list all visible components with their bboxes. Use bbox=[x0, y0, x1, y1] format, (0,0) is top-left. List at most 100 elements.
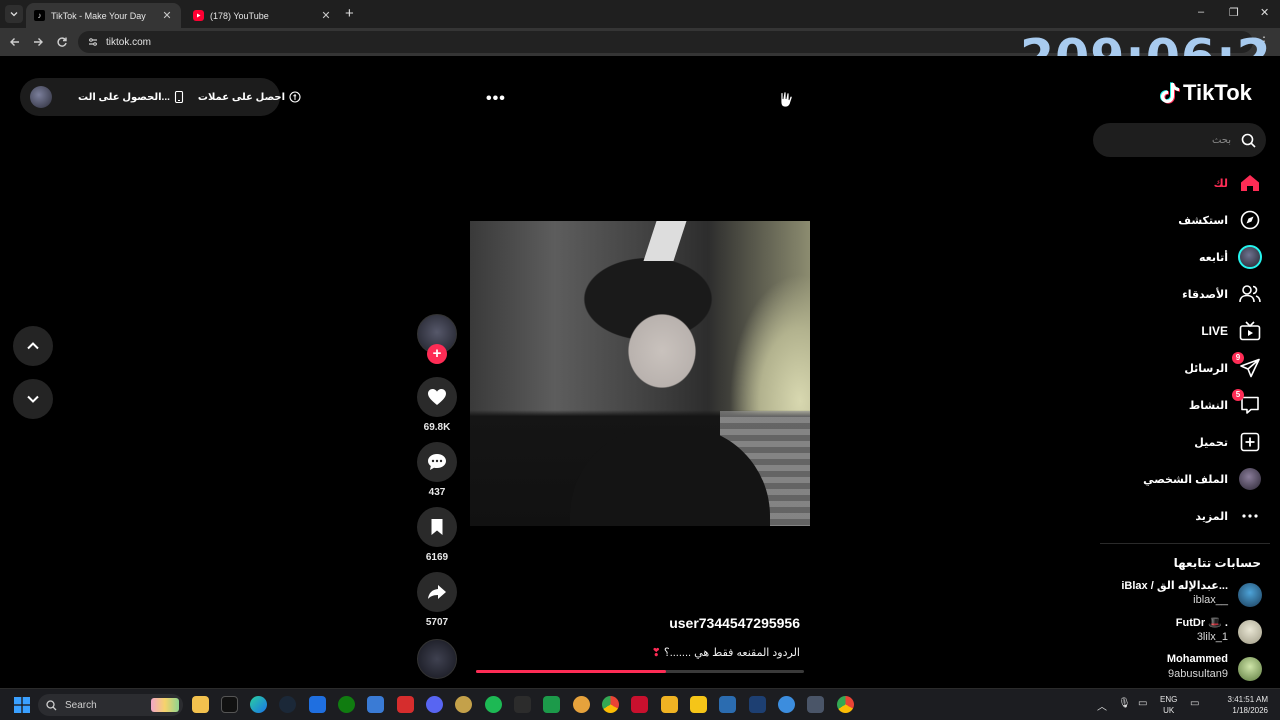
app-icon[interactable] bbox=[455, 696, 472, 713]
chevron-up-icon bbox=[27, 342, 39, 350]
sidebar-item-upload[interactable]: تحميل bbox=[1194, 427, 1262, 457]
system-clock[interactable]: 3:41:51 AM 1/18/2026 bbox=[1220, 694, 1268, 716]
sidebar-item-more[interactable]: المزيد bbox=[1195, 501, 1262, 531]
music-disc[interactable] bbox=[417, 639, 457, 679]
back-button[interactable] bbox=[7, 34, 23, 50]
chrome-icon[interactable] bbox=[602, 696, 619, 713]
app-icon[interactable] bbox=[719, 696, 736, 713]
video-player[interactable] bbox=[470, 221, 810, 526]
close-tab-icon[interactable]: ✕ bbox=[320, 9, 332, 22]
chevron-down-icon bbox=[10, 12, 18, 17]
windows-taskbar: Search ︿ 🎙 ▭ ENG UK ▭ 3:41:51 AM 1/18/20… bbox=[0, 688, 1280, 720]
app-icon[interactable] bbox=[514, 696, 531, 713]
language-indicator[interactable]: ENG UK bbox=[1160, 694, 1177, 716]
more-options-button[interactable]: ••• bbox=[486, 90, 506, 108]
file-explorer-icon[interactable] bbox=[192, 696, 209, 713]
restore-button[interactable]: ❐ bbox=[1229, 6, 1239, 19]
avatar bbox=[1238, 583, 1262, 607]
sidebar-item-profile[interactable]: الملف الشخصي bbox=[1143, 464, 1262, 494]
account-name: Mohammed bbox=[1166, 653, 1228, 665]
reload-button[interactable] bbox=[54, 34, 70, 50]
app-icon[interactable] bbox=[661, 696, 678, 713]
taskbar-search[interactable]: Search bbox=[38, 694, 183, 716]
search-placeholder: بحث bbox=[1211, 134, 1231, 146]
app-icon[interactable] bbox=[690, 696, 707, 713]
close-tab-icon[interactable]: ✕ bbox=[161, 9, 173, 22]
get-coins-button[interactable]: احصل على عملات bbox=[198, 91, 301, 103]
tiktok-logo[interactable]: TikTok bbox=[1160, 80, 1252, 106]
search-input[interactable]: بحث bbox=[1093, 123, 1266, 157]
caption-text: الردود المقنعه فقط هي .......؟ bbox=[663, 647, 800, 659]
friends-icon bbox=[1238, 282, 1262, 306]
tab-youtube[interactable]: (178) YouTube ✕ bbox=[185, 3, 340, 28]
tab-tiktok[interactable]: ♪ TikTok - Make Your Day ✕ bbox=[26, 3, 181, 28]
app-icon[interactable] bbox=[631, 696, 648, 713]
sidebar-item-friends[interactable]: الأصدقاء bbox=[1182, 279, 1262, 309]
network-icon[interactable]: ▭ bbox=[1138, 698, 1147, 709]
tiktok-favicon-icon: ♪ bbox=[34, 10, 45, 21]
share-button[interactable] bbox=[417, 572, 457, 612]
forward-button[interactable] bbox=[30, 34, 46, 50]
spotify-icon[interactable] bbox=[485, 696, 502, 713]
avatar[interactable] bbox=[30, 86, 52, 108]
tiktok-page: الحصول على الت... احصل على عملات ••• + 6… bbox=[0, 56, 1280, 688]
account-name: FutDr 🎩 . bbox=[1175, 617, 1228, 629]
sidebar-item-activity[interactable]: النشاط 5 bbox=[1188, 389, 1262, 420]
sidebar-item-label: النشاط bbox=[1188, 399, 1228, 412]
avatar bbox=[1238, 657, 1262, 681]
app-icon[interactable] bbox=[573, 696, 590, 713]
video-username[interactable]: user7344547295956 bbox=[600, 615, 800, 631]
sidebar-item-for-you[interactable]: لك bbox=[1214, 168, 1262, 198]
edge-icon[interactable] bbox=[250, 696, 267, 713]
previous-video-button[interactable] bbox=[13, 326, 53, 366]
heart-icon bbox=[428, 389, 446, 405]
app-icon[interactable] bbox=[807, 696, 824, 713]
speaker-icon[interactable]: ▭ bbox=[1190, 698, 1199, 709]
follow-button[interactable]: + bbox=[427, 344, 447, 364]
close-window-button[interactable]: ✕ bbox=[1260, 6, 1269, 19]
discord-icon[interactable] bbox=[426, 696, 443, 713]
photoshop-icon[interactable] bbox=[749, 696, 766, 713]
site-info-icon[interactable] bbox=[88, 37, 98, 47]
microphone-icon[interactable]: 🎙 bbox=[1118, 698, 1131, 709]
upload-icon bbox=[1238, 430, 1262, 454]
like-button[interactable] bbox=[417, 377, 457, 417]
get-coins-label: احصل على عملات bbox=[197, 91, 286, 103]
messages-badge: 9 bbox=[1232, 352, 1244, 364]
sidebar-item-messages[interactable]: الرسائل 9 bbox=[1184, 352, 1262, 383]
chrome-icon[interactable] bbox=[837, 696, 854, 713]
following-account[interactable]: Mohammed 9abusultan9 bbox=[1095, 653, 1265, 687]
sidebar-item-following[interactable]: أتابعه bbox=[1199, 242, 1262, 272]
comment-button[interactable] bbox=[417, 442, 457, 482]
heart-emoji-icon: ❣ bbox=[651, 647, 661, 659]
terminal-icon[interactable] bbox=[221, 696, 238, 713]
sidebar-item-label: لك bbox=[1213, 177, 1228, 190]
get-app-button[interactable]: الحصول على الت... bbox=[78, 91, 184, 103]
minimize-button[interactable]: – bbox=[1198, 6, 1204, 18]
app-icon[interactable] bbox=[543, 696, 560, 713]
sidebar-item-explore[interactable]: استكشف bbox=[1178, 205, 1262, 235]
next-video-button[interactable] bbox=[13, 379, 53, 419]
sidebar-item-live[interactable]: LIVE bbox=[1201, 316, 1262, 346]
tray-overflow-icon[interactable]: ︿ bbox=[1097, 698, 1107, 713]
following-account[interactable]: FutDr 🎩 . 3lilx_1 bbox=[1095, 616, 1265, 650]
game-app-icon[interactable] bbox=[397, 696, 414, 713]
following-accounts-header: حسابات تتابعها bbox=[1173, 556, 1261, 570]
profile-avatar-icon bbox=[1238, 467, 1262, 491]
new-tab-button[interactable]: + bbox=[345, 5, 354, 22]
search-icon[interactable] bbox=[1241, 133, 1256, 148]
save-button[interactable] bbox=[417, 507, 457, 547]
sidebar-item-label: تحميل bbox=[1194, 436, 1228, 449]
store-icon[interactable] bbox=[367, 696, 384, 713]
more-icon bbox=[1238, 504, 1262, 528]
avatar bbox=[1238, 620, 1262, 644]
app-icon[interactable] bbox=[778, 696, 795, 713]
tab-search-button[interactable] bbox=[5, 5, 23, 23]
following-account[interactable]: iBlax / عبدالإله الق... iblax__ bbox=[1095, 579, 1265, 613]
video-progress-bar[interactable] bbox=[476, 670, 804, 673]
steam-icon[interactable] bbox=[279, 696, 296, 713]
xbox-icon[interactable] bbox=[338, 696, 355, 713]
mouse-cursor-icon bbox=[778, 90, 794, 108]
app-icon[interactable] bbox=[309, 696, 326, 713]
start-button[interactable] bbox=[14, 697, 30, 713]
